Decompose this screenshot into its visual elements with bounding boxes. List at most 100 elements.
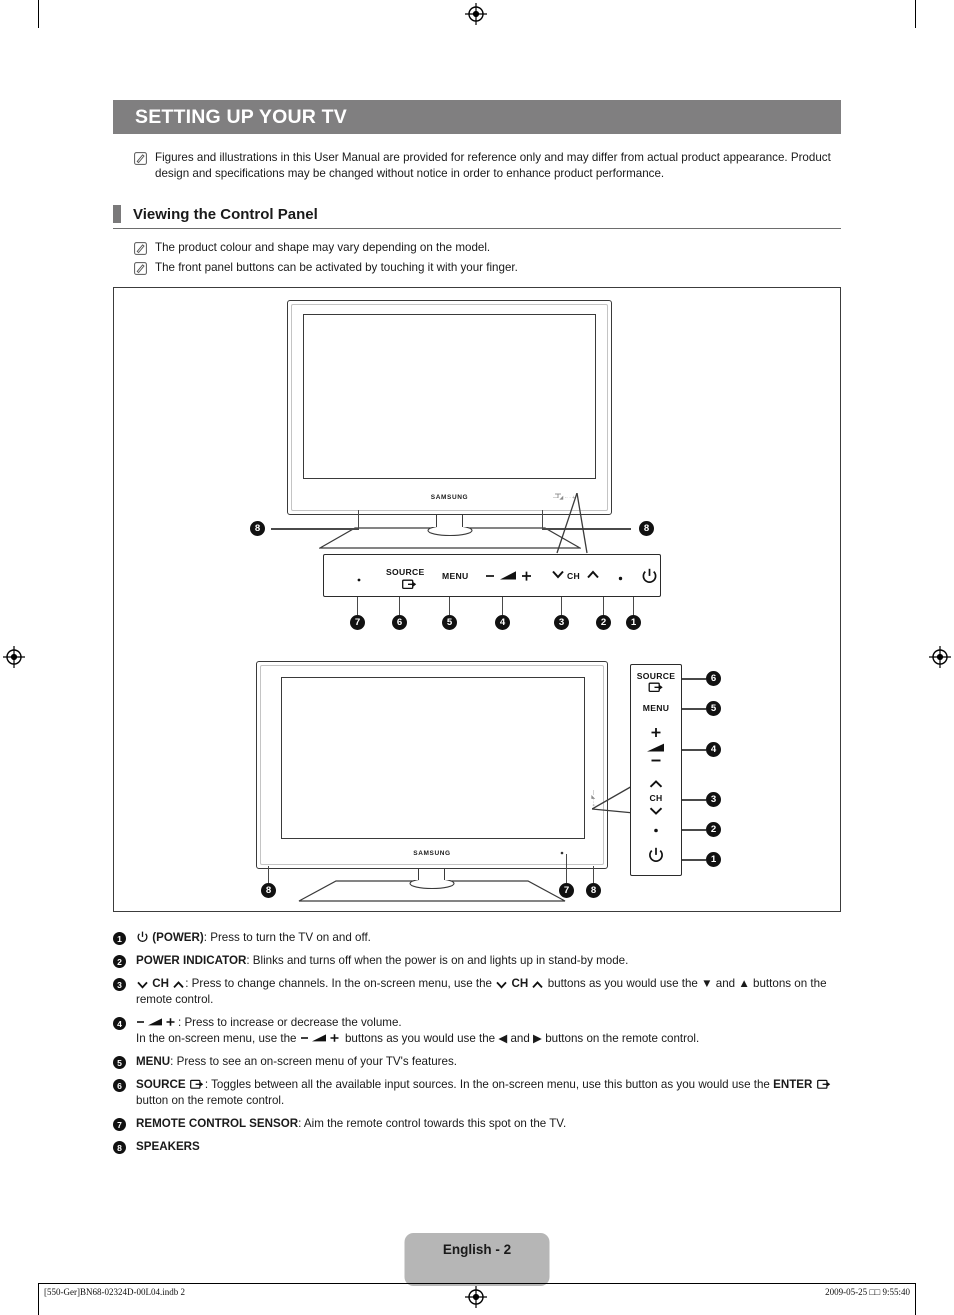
power-indicator-dot-icon <box>653 827 660 834</box>
leader-2 <box>603 597 605 616</box>
power-icon <box>137 931 148 943</box>
registration-mark-left <box>3 646 25 668</box>
legend-list: 1 (POWER): Press to turn the TV on and o… <box>113 930 841 1155</box>
pointer-to-control-strip <box>551 493 591 560</box>
legend-item-volume: 4 : Press to increase or decrease the vo… <box>113 1015 841 1047</box>
badge-front-6: 6 <box>392 615 407 631</box>
leader-speaker-right-bottom <box>593 866 595 884</box>
side-ch-label: CH <box>649 793 663 804</box>
note-text: Figures and illustrations in this User M… <box>155 151 831 180</box>
note-icon <box>134 261 147 275</box>
leader-7 <box>357 597 359 616</box>
legend-text: SPEAKERS <box>136 1139 200 1155</box>
footer-file-reference: [550-Ger]BN68-02324D-00L04.indb 2 <box>44 1287 185 1297</box>
tv-screen <box>303 314 596 480</box>
page-content: SETTING UP YOUR TV Figures and illustrat… <box>113 100 841 1162</box>
note-icon <box>134 152 147 165</box>
volume-control-icon <box>486 568 534 584</box>
leader-3 <box>561 597 563 616</box>
channel-up-chevron-icon <box>532 981 544 989</box>
remote-sensor-dot-icon <box>356 577 362 583</box>
power-icon <box>642 568 657 584</box>
badge-side-4: 4 <box>706 742 721 758</box>
tv-stand-base <box>319 527 581 550</box>
front-menu-label: MENU <box>442 571 469 582</box>
brand-logo: SAMSUNG <box>413 850 451 858</box>
legend-bold: SPEAKERS <box>136 1140 200 1154</box>
legend-rest: : Press to turn the TV on and off. <box>203 931 371 945</box>
source-enter-icon <box>648 682 664 693</box>
page-number-label: English - 2 <box>442 1242 512 1257</box>
legend-badge: 3 <box>113 978 126 992</box>
crop-mark-top-right <box>914 0 916 28</box>
channel-up-chevron-icon <box>587 570 599 579</box>
legend-bold: SOURCE <box>136 1078 186 1092</box>
legend-badge: 8 <box>113 1141 126 1155</box>
leader-side-5 <box>682 708 706 710</box>
front-control-strip: SOURCE MENU CH <box>323 554 661 598</box>
leader-line-speaker-right-vert <box>542 510 544 530</box>
side-menu-label: MENU <box>642 703 670 714</box>
front-ch-label: CH <box>567 571 581 582</box>
legend-badge: 2 <box>113 955 126 969</box>
legend-badge: 5 <box>113 1056 126 1070</box>
legend-bold: POWER INDICATOR <box>136 954 247 968</box>
crop-mark-top-left <box>38 0 40 28</box>
badge-front-7: 7 <box>350 615 365 631</box>
badge-speaker-right: 8 <box>639 521 654 537</box>
badge-front-2: 2 <box>596 615 611 631</box>
remote-sensor-dot-bottom-icon <box>559 850 565 856</box>
legend-bold: REMOTE CONTROL SENSOR <box>136 1117 299 1131</box>
enter-icon <box>816 1079 831 1090</box>
legend-item-remote-sensor: 7 REMOTE CONTROL SENSOR: Aim the remote … <box>113 1116 841 1132</box>
badge-side-5: 5 <box>706 701 721 717</box>
note-text: The product colour and shape may vary de… <box>155 241 491 255</box>
tv-screen <box>281 677 585 840</box>
volume-control-icon <box>300 1031 341 1044</box>
legend-rest: : Aim the remote control towards this sp… <box>298 1117 567 1131</box>
legend-text: POWER INDICATOR: Blinks and turns off wh… <box>136 953 628 969</box>
legend-bold: (POWER) <box>152 931 204 945</box>
badge-front-1: 1 <box>626 615 641 631</box>
legend-rest: : Press to see an on-screen menu of your… <box>170 1055 457 1069</box>
note-item: The front panel buttons can be activated… <box>134 260 841 276</box>
legend-item-speakers: 8 SPEAKERS <box>113 1139 841 1155</box>
front-source-label: SOURCE <box>386 567 425 578</box>
power-indicator-dot-icon <box>617 575 624 582</box>
legend-bold-ch-2: CH <box>511 977 529 991</box>
legend-text: (POWER): Press to turn the TV on and off… <box>136 930 371 946</box>
leader-side-1 <box>682 859 706 861</box>
badge-front-3: 3 <box>554 615 569 631</box>
leader-4 <box>502 597 504 616</box>
legend-item-power: 1 (POWER): Press to turn the TV on and o… <box>113 930 841 946</box>
legend-bold-ch: CH <box>152 977 169 991</box>
legend-badge: 7 <box>113 1118 126 1132</box>
section-heading: Viewing the Control Panel <box>113 205 841 230</box>
badge-front-5: 5 <box>442 615 457 631</box>
channel-up-chevron-icon <box>173 981 184 989</box>
note-text: The front panel buttons can be activated… <box>155 260 518 274</box>
volume-control-icon <box>137 1015 177 1028</box>
registration-mark-right <box>929 646 951 668</box>
power-icon <box>649 847 664 863</box>
leader-side-6 <box>682 678 706 680</box>
leader-6 <box>399 597 401 616</box>
legend-item-channel: 3 CH : Press to change channels. In the … <box>113 976 841 1008</box>
legend-item-source: 6 SOURCE : Toggles between all the avail… <box>113 1077 841 1109</box>
channel-down-chevron-icon <box>552 570 564 579</box>
volume-level-icon <box>646 742 666 753</box>
legend-text: SOURCE : Toggles between all the availab… <box>136 1077 841 1109</box>
chapter-banner: SETTING UP YOUR TV <box>113 100 841 134</box>
control-panel-figure: SAMSUNG ― ◢ ⋅⋅ ⋅ + 8 8 SOURCE MENU CH 7 … <box>113 287 841 913</box>
badge-side-2: 2 <box>706 822 721 838</box>
badge-side-6: 6 <box>706 671 721 687</box>
badge-speaker-left: 8 <box>250 521 265 537</box>
section-accent-bar <box>113 205 121 224</box>
channel-up-chevron-icon <box>649 780 663 788</box>
badge-bottom-8-left: 8 <box>261 883 276 899</box>
leader-1 <box>633 597 635 616</box>
leader-side-3 <box>682 799 706 801</box>
legend-rest-3: buttons as you would use the ◀ and ▶ but… <box>344 1032 700 1046</box>
leader-side-4 <box>682 749 706 751</box>
leader-line-speaker-left-vert <box>358 510 360 530</box>
